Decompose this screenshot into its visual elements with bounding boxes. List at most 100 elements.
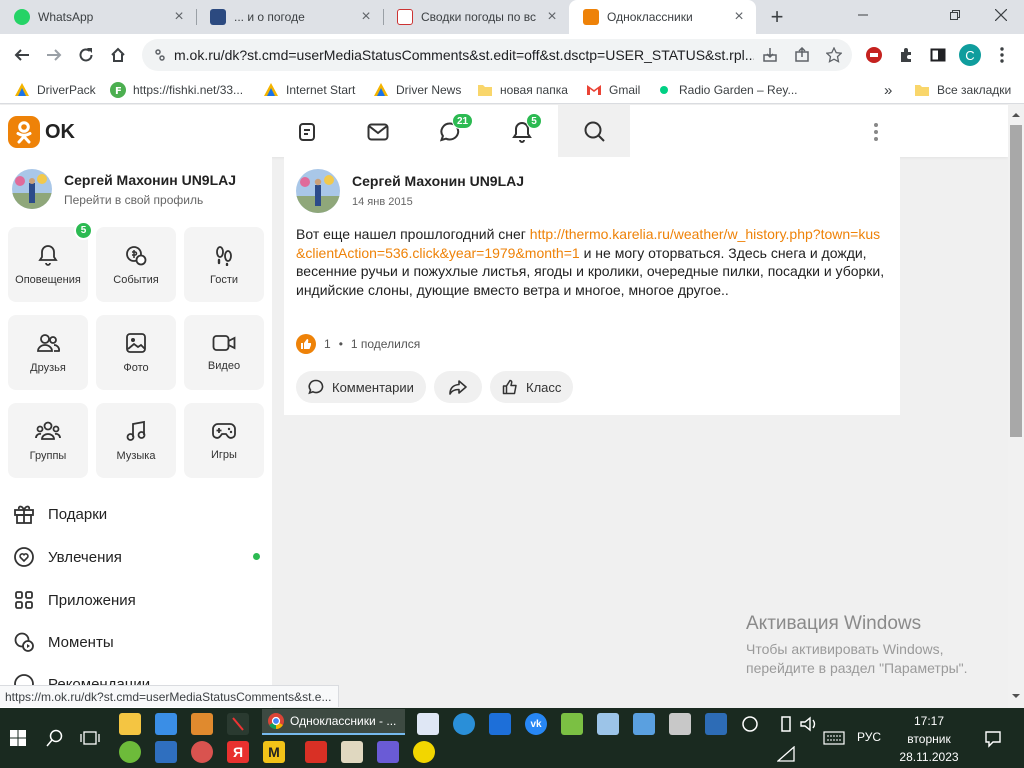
menu-item-moments[interactable]: Моменты [12,627,114,657]
network-icon[interactable] [776,744,796,764]
tile-music[interactable]: Музыка [96,403,176,478]
side-panel-button[interactable] [924,41,952,69]
close-icon[interactable]: × [543,8,561,26]
page-scrollbar[interactable] [1008,105,1024,708]
install-icon[interactable] [762,47,778,63]
bookmarks-overflow-button[interactable]: » [884,81,892,99]
notepad-icon[interactable] [597,713,619,735]
tile-games[interactable]: Игры [184,403,264,478]
profile-link[interactable]: Сергей Махонин UN9LAJ Перейти в свой про… [12,169,236,209]
address-bar[interactable]: m.ok.ru/dk?st.cmd=userMediaStatusComment… [142,39,852,71]
post-author[interactable]: Сергей Махонин UN9LAJ [352,173,524,189]
reload-button[interactable] [72,41,100,69]
url-text[interactable]: m.ok.ru/dk?st.cmd=userMediaStatusComment… [174,47,754,63]
bookmark-internet-start[interactable]: Internet Start [263,81,355,99]
extension-button[interactable] [860,41,888,69]
tile-guests[interactable]: Гости [184,227,264,302]
tile-groups[interactable]: Группы [8,403,88,478]
profile-button[interactable]: C [956,41,984,69]
menu-item-gifts[interactable]: Подарки [12,499,107,529]
app-blue-icon[interactable] [489,713,511,735]
this-pc-icon[interactable] [155,713,177,735]
like-button[interactable]: Класс [490,371,574,403]
usb-device-icon[interactable] [776,714,796,734]
menu-item-apps[interactable]: Приложения [12,585,136,615]
bookmark-gmail[interactable]: Gmail [586,81,640,99]
menu-button[interactable] [988,41,1016,69]
file-explorer-icon[interactable] [119,713,141,735]
archive-icon[interactable] [191,713,213,735]
sidebar: Сергей Махонин UN9LAJ Перейти в свой про… [0,157,272,708]
tile-friends[interactable]: Друзья [8,315,88,390]
tile-events[interactable]: События [96,227,176,302]
share-icon[interactable] [794,47,810,63]
windows-start-button[interactable] [8,728,28,748]
paint-icon[interactable] [341,741,363,763]
ok-logo[interactable]: OK [8,116,75,148]
language-indicator[interactable]: РУС [857,730,881,744]
forward-button[interactable] [40,41,68,69]
home-button[interactable] [104,41,132,69]
comments-button[interactable]: Комментарии [296,371,426,403]
system-clock[interactable]: 17:17 вторник 28.11.2023 [892,712,966,766]
tab-weather-blog[interactable]: ... и о погоде × [196,0,383,34]
tile-notifications[interactable]: Оповещения [8,227,88,302]
tile-photo[interactable]: Фото [96,315,176,390]
extensions-button[interactable] [892,41,920,69]
yandex-icon[interactable]: Я [227,741,249,763]
ok-logo-text: OK [45,120,75,143]
bookmark-fishki[interactable]: F https://fishki.net/33... [110,81,243,99]
back-button[interactable] [8,41,36,69]
close-icon[interactable]: × [357,8,375,26]
close-icon[interactable]: × [730,8,748,26]
close-window-button[interactable] [978,0,1024,30]
app-chart-icon[interactable] [155,741,177,763]
app-alarm-icon[interactable] [191,741,213,763]
minimize-button[interactable] [840,0,886,30]
app-yellow-icon[interactable] [413,741,435,763]
bookmark-driver-news[interactable]: Driver News [373,81,461,99]
app-green-icon[interactable] [119,741,141,763]
tray-app-icon[interactable] [740,714,760,734]
post-reactions[interactable]: 1 • 1 поделился [296,334,420,354]
search-button[interactable] [44,727,66,749]
tab-odnoklassniki[interactable]: Одноклассники × [569,0,756,34]
app-red-box-icon[interactable] [669,713,691,735]
app-red-icon[interactable] [227,713,249,735]
bookmark-radio-garden[interactable]: Radio Garden – Rey... [656,81,798,99]
tab-whatsapp[interactable]: WhatsApp × [0,0,196,34]
app-eye-icon[interactable] [377,741,399,763]
app-edit-icon[interactable] [305,741,327,763]
restore-button[interactable] [932,0,978,30]
app-m-icon[interactable]: M [263,741,285,763]
notification-center-icon[interactable] [982,728,1004,750]
keyboard-icon[interactable] [822,728,846,748]
bookmark-driverpack[interactable]: DriverPack [14,81,96,99]
search-button[interactable] [558,105,630,157]
share-button[interactable] [434,371,482,403]
feed-button[interactable] [287,112,327,152]
app-chart2-icon[interactable] [705,713,727,735]
tab-weather-reports[interactable]: Сводки погоды по вс × [383,0,569,34]
app-grid-icon[interactable] [561,713,583,735]
more-options-button[interactable] [856,112,896,152]
app-doc-icon[interactable] [633,713,655,735]
menu-item-hobbies[interactable]: Увлечения [12,542,122,572]
taskbar-chrome-button[interactable]: Одноклассники - ... [262,709,405,735]
author-avatar[interactable] [296,169,340,213]
new-tab-button[interactable]: + [765,4,789,29]
messages-mail-button[interactable] [358,112,398,152]
vk-icon[interactable]: vk [525,713,547,735]
bookmark-new-folder[interactable]: новая папка [477,81,568,99]
globe-icon[interactable] [453,713,475,735]
bookmark-star-icon[interactable] [826,47,842,63]
tile-video[interactable]: Видео [184,315,264,390]
task-view-button[interactable] [79,727,101,749]
close-icon[interactable]: × [170,8,188,26]
all-bookmarks[interactable]: Все закладки [914,81,1011,99]
calculator-icon[interactable] [417,713,439,735]
tile-label: Группы [29,449,67,462]
more-vert-icon [874,123,878,141]
scrollbar-thumb[interactable] [1010,125,1022,437]
volume-icon[interactable] [798,714,818,734]
